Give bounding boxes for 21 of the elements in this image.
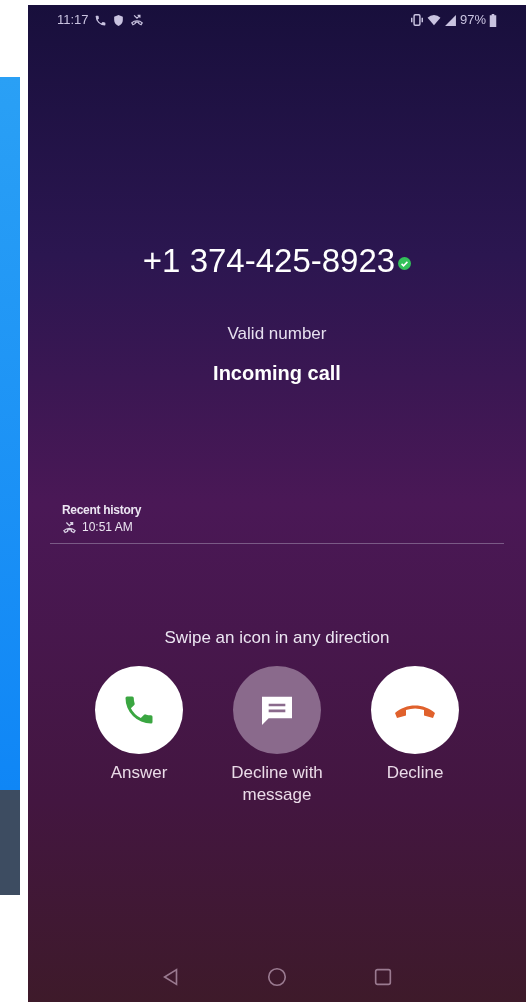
phone-icon	[93, 13, 107, 27]
recents-icon[interactable]	[372, 966, 394, 988]
call-status: Incoming call	[213, 361, 341, 385]
caller-note: Valid number	[227, 323, 327, 345]
recent-history-title: Recent history	[62, 503, 143, 518]
action-label: Decline with message	[230, 762, 324, 806]
missed-call-icon	[62, 520, 77, 535]
action-label: Answer	[109, 762, 169, 784]
battery-icon	[489, 13, 497, 27]
signal-icon	[443, 13, 457, 27]
home-icon[interactable]	[266, 966, 288, 988]
action-label: Decline	[385, 762, 445, 784]
swipe-hint: Swipe an icon in any direction	[164, 627, 390, 649]
battery-level: 97%	[459, 11, 486, 30]
caller-number: +1 374-425-8923	[142, 241, 396, 281]
missed-call-icon	[129, 13, 144, 27]
shield-icon	[111, 13, 125, 27]
history-time: 10:51 AM	[82, 520, 133, 535]
vibrate-icon	[409, 13, 424, 27]
status-time: 11:17	[57, 11, 89, 30]
wifi-icon	[426, 13, 441, 27]
